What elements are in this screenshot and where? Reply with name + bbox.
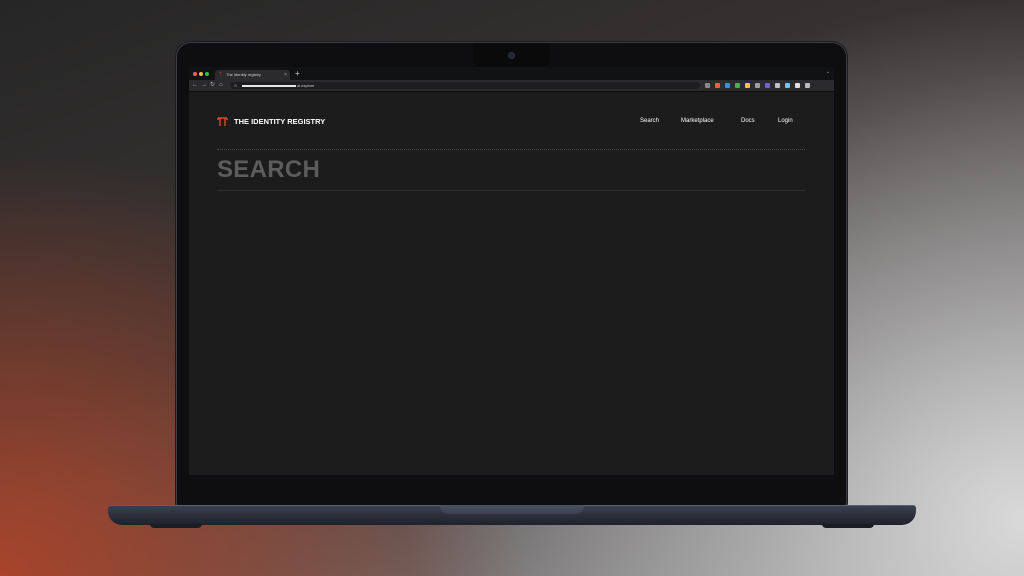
close-window-button[interactable]: [193, 72, 197, 76]
redacted-url-segment: [242, 84, 296, 87]
browser-toolbar: ← → ↻ ⌂ ⊙ ai.explore: [189, 80, 834, 92]
address-url: ai.explore: [242, 82, 314, 89]
camera-icon: [509, 53, 514, 58]
reload-button[interactable]: ↻: [210, 80, 215, 91]
close-tab-icon[interactable]: ×: [284, 70, 287, 80]
browser-extension-icon[interactable]: [775, 83, 780, 88]
laptop-screen: ᛠ The identity registry × + ⌄ ← → ↻ ⌂ ⊙ …: [189, 67, 834, 475]
browser-extension-icon[interactable]: [735, 83, 740, 88]
nav-marketplace-link[interactable]: Marketplace: [681, 116, 714, 127]
browser-extension-icon[interactable]: [765, 83, 770, 88]
browser-extension-icon[interactable]: [725, 83, 730, 88]
laptop-open-notch: [440, 505, 584, 514]
browser-tab[interactable]: ᛠ The identity registry ×: [215, 70, 290, 80]
nav-search-link[interactable]: Search: [640, 116, 659, 127]
web-page: THE IDENTITY REGISTRY Search Marketplace…: [189, 92, 834, 475]
url-suffix: ai.explore: [297, 83, 315, 88]
header-divider: [217, 149, 805, 150]
laptop-foot-right: [822, 524, 874, 528]
title-divider: [217, 190, 805, 191]
minimize-window-button[interactable]: [199, 72, 203, 76]
browser-extension-icon[interactable]: [745, 83, 750, 88]
tab-search-chevron-icon[interactable]: ⌄: [826, 69, 830, 75]
screen-bezel: [189, 475, 834, 487]
site-info-icon[interactable]: ⊙: [234, 82, 237, 89]
maximize-window-button[interactable]: [205, 72, 209, 76]
browser-extension-icon[interactable]: [715, 83, 720, 88]
home-button[interactable]: ⌂: [219, 80, 223, 91]
browser-extension-icon[interactable]: [755, 83, 760, 88]
nav-docs-link[interactable]: Docs: [741, 116, 755, 127]
browser-extension-icon[interactable]: [805, 83, 810, 88]
back-button[interactable]: ←: [192, 80, 198, 91]
tab-title: The identity registry: [226, 72, 261, 77]
browser-extension-icon[interactable]: [785, 83, 790, 88]
page-title: SEARCH: [217, 156, 321, 183]
registry-logo-icon[interactable]: [217, 116, 228, 127]
forward-button[interactable]: →: [201, 80, 207, 91]
site-favicon-icon: ᛠ: [219, 72, 223, 78]
nav-login-link[interactable]: Login: [778, 116, 793, 127]
browser-extension-icon[interactable]: [795, 83, 800, 88]
browser-tab-bar: ᛠ The identity registry × + ⌄: [189, 67, 834, 80]
new-tab-button[interactable]: +: [295, 69, 300, 79]
site-title[interactable]: THE IDENTITY REGISTRY: [234, 116, 325, 127]
browser-extension-icon[interactable]: [705, 83, 710, 88]
laptop-foot-left: [150, 524, 202, 528]
address-bar[interactable]: ⊙ ai.explore: [230, 82, 700, 89]
